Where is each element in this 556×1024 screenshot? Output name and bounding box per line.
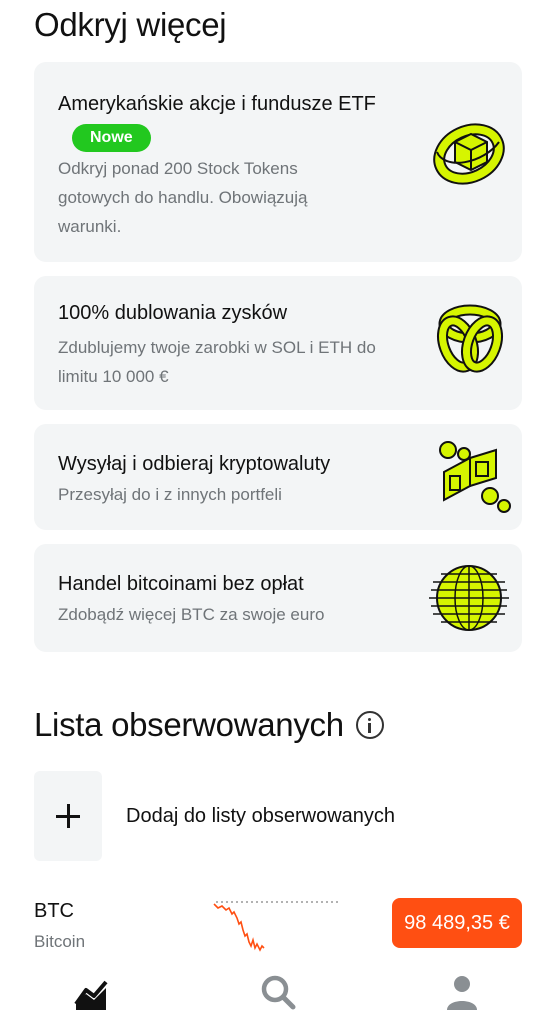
knot-icon: [432, 298, 508, 379]
asset-name: Bitcoin: [34, 932, 86, 951]
card-double-profits[interactable]: 100% dublowania zysków Zdublujemy twoje …: [34, 276, 522, 410]
card-description: Zdobądź więcej BTC za swoje euro: [58, 605, 325, 624]
card-description: Odkryj ponad 200 Stock Tokens gotowych d…: [58, 159, 308, 236]
search-icon[interactable]: [258, 972, 298, 1012]
card-description: Przesyłaj do i z innych portfeli: [58, 485, 282, 504]
card-us-stocks-etf[interactable]: Amerykańskie akcje i fundusze ETFNowe Od…: [34, 62, 522, 262]
price-sparkline: [212, 894, 342, 959]
cube-ring-icon: [429, 112, 509, 197]
discover-title: Odkryj więcej: [34, 6, 227, 43]
bottom-tab-bar: [0, 962, 556, 1024]
new-badge: Nowe: [72, 124, 151, 152]
asset-symbol: BTC: [34, 900, 74, 922]
card-bitcoin-no-fees[interactable]: Handel bitcoinami bez opłat Zdobądź więc…: [34, 544, 522, 652]
profile-icon[interactable]: [442, 972, 482, 1012]
portfolio-chart-icon[interactable]: [72, 972, 112, 1012]
watchlist-header: Lista obserwowanych: [34, 706, 384, 744]
info-icon[interactable]: [355, 711, 384, 739]
add-to-watchlist-label[interactable]: Dodaj do listy obserwowanych: [126, 805, 395, 828]
card-title: Amerykańskie akcje i fundusze ETFNowe: [58, 87, 398, 155]
watchlist-title: Lista obserwowanych: [34, 706, 344, 743]
watchlist-row-btc[interactable]: BTC Bitcoin 98 489,35 €: [0, 890, 556, 960]
add-to-watchlist-button[interactable]: [34, 771, 102, 861]
asset-price[interactable]: 98 489,35 €: [392, 898, 522, 948]
transfer-blocks-icon: [436, 436, 512, 521]
striped-sphere-icon: [429, 554, 509, 647]
card-title: Wysyłaj i odbieraj kryptowaluty: [58, 453, 331, 475]
card-description: Zdublujemy twoje zarobki w SOL i ETH do …: [58, 338, 376, 386]
card-title: 100% dublowania zysków: [58, 302, 288, 324]
card-send-receive-crypto[interactable]: Wysyłaj i odbieraj kryptowaluty Przesyła…: [34, 424, 522, 530]
card-title: Handel bitcoinami bez opłat: [58, 573, 304, 595]
